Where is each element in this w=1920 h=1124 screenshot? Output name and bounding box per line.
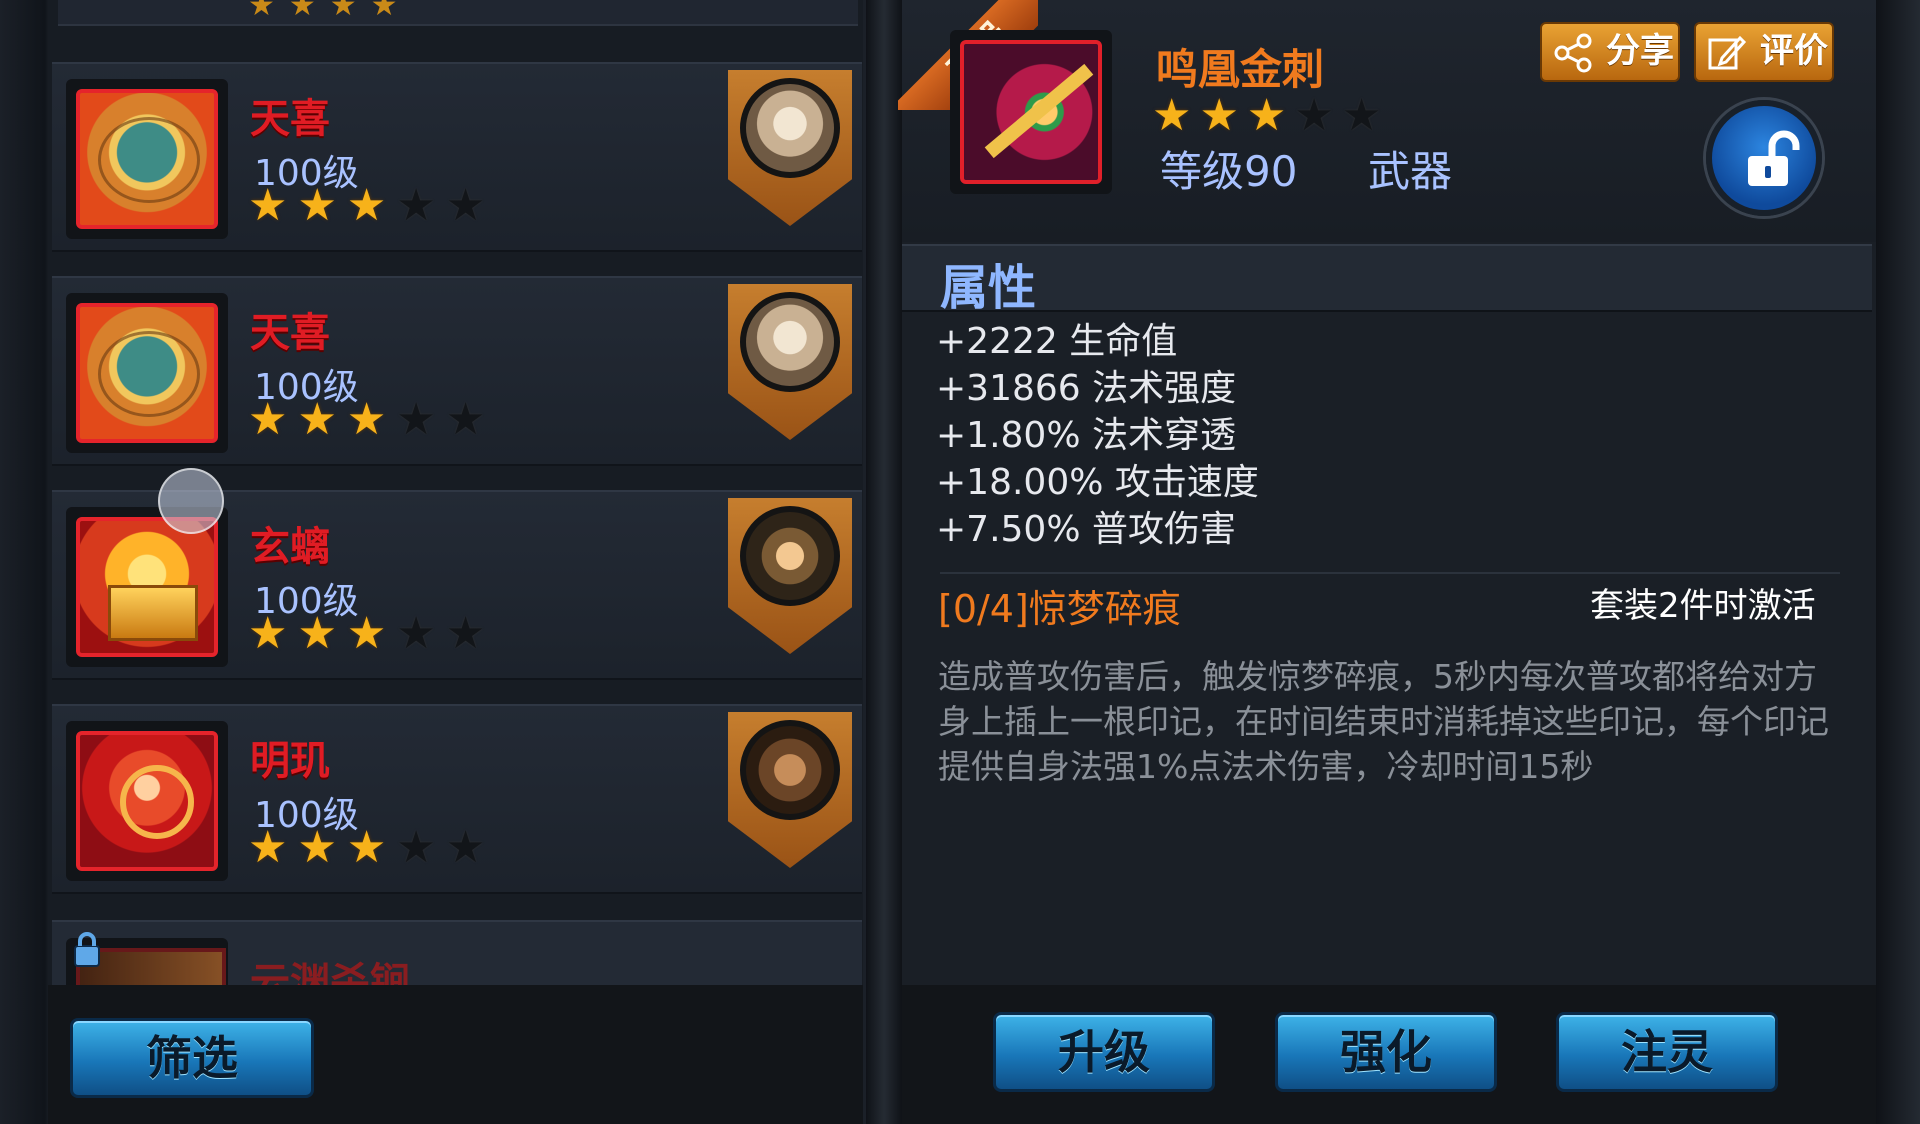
set-bonus-description: 造成普攻伤害后，触发惊梦碎痕，5秒内每次普攻都将给对方身上插上一根印记，在时间结… [938,657,1829,786]
umbrella-icon [76,303,218,443]
star-rating: ★ ★ ★ ★ ★ [248,398,485,442]
stat-line: +31866 法术强度 [936,368,1237,409]
star-filled-icon: ★ [346,394,387,445]
star-empty-icon: ★ [396,822,436,873]
lock-icon [74,932,100,967]
warrior-portrait-icon [740,506,840,606]
star-empty-icon: ★ [1294,90,1334,141]
item-name: 天喜 [250,310,330,356]
upgrade-button[interactable]: 升级 [993,1012,1215,1092]
stat-line: +7.50% 普攻伤害 [936,509,1236,550]
bearded-hero-portrait-icon [740,720,840,820]
detail-item-name: 鸣凰金刺 [1156,45,1325,94]
list-item[interactable]: 天喜 100级 ★ ★ ★ ★ ★ [52,62,862,252]
star-empty-icon: ★ [1341,90,1382,141]
item-icon-frame [66,721,228,881]
share-button[interactable]: 分享 [1540,22,1680,82]
stat-line: +2222 生命值 [936,321,1178,362]
enhance-button[interactable]: 强化 [1275,1012,1497,1092]
star-rating: ★ ★ ★ ★ ★ [248,184,485,228]
star-filled-icon: ★ [346,608,387,659]
phoenix-weapon-icon [960,40,1102,184]
filter-button[interactable]: 筛选 [70,1018,314,1098]
item-name: 玄螭 [250,524,330,570]
hero-badge [728,284,852,440]
stat-list: +2222 生命值 +31866 法术强度 +1.80% 法术穿透 +18.00… [936,318,1259,553]
star-empty-icon: ★ [445,180,486,231]
edit-icon [1708,35,1747,70]
unlock-icon [1748,130,1800,186]
share-label: 分享 [1606,31,1674,71]
star-empty-icon: ★ [445,394,486,445]
star-rating: ★ ★ ★ ★ ★ [248,612,485,656]
orb-icon [76,731,218,871]
hero-badge [728,712,852,868]
set-bonus-name: [0/4]惊梦碎痕 [938,587,1181,631]
infuse-button[interactable]: 注灵 [1556,1012,1778,1092]
list-item-partial[interactable]: ★★★★ [58,0,858,26]
white-beast-portrait-icon [740,78,840,178]
hero-badge [728,70,852,226]
set-activation-text: 套装2件时激活 [1590,586,1816,626]
star-filled-icon: ★ [248,608,288,659]
item-icon-frame [66,293,228,453]
right-frame-edge [1876,0,1920,1124]
item-name: 天喜 [250,96,330,142]
star-filled-icon: ★ [248,394,288,445]
star-filled-icon: ★ [297,608,337,659]
list-item[interactable]: 明玑 100级 ★ ★ ★ ★ ★ [52,704,862,894]
detail-item-frame [950,30,1112,194]
star-filled-icon: ★ [346,822,387,873]
review-button[interactable]: 评价 [1694,22,1834,82]
review-label: 评价 [1760,31,1828,71]
star-empty-icon: ★ [445,822,486,873]
white-beast-portrait-icon [740,292,840,392]
detail-item-level: 等级90 [1160,147,1298,196]
star-filled-icon: ★ [248,822,288,873]
stat-line: +18.00% 攻击速度 [936,462,1259,503]
star-filled-icon: ★ [346,180,387,231]
star-filled-icon: ★ [1246,90,1287,141]
list-item[interactable]: 天喜 100级 ★ ★ ★ ★ ★ [52,276,862,466]
star-filled-icon: ★ [248,180,288,231]
touch-indicator [158,468,224,534]
star-empty-icon: ★ [445,608,486,659]
star-empty-icon: ★ [396,608,436,659]
star-rating: ★ ★ ★ ★ ★ [248,826,485,870]
attributes-section-bar [902,244,1872,312]
panel-divider [866,0,902,1124]
stat-line: +1.80% 法术穿透 [936,415,1236,456]
detail-item-type: 武器 [1368,147,1453,196]
set-divider [940,572,1840,574]
star-empty-icon: ★ [396,394,436,445]
hero-badge [728,498,852,654]
partial-star-rating: ★★★★ [248,0,412,23]
item-name: 明玑 [250,738,330,784]
star-filled-icon: ★ [297,394,337,445]
share-icon [1554,33,1592,73]
star-filled-icon: ★ [297,180,337,231]
star-filled-icon: ★ [1199,90,1239,141]
attributes-title: 属性 [940,260,1037,316]
dragon-seal-icon [76,517,218,657]
item-icon-frame [66,79,228,239]
star-filled-icon: ★ [1152,90,1192,141]
umbrella-icon [76,89,218,229]
lock-toggle-button[interactable] [1706,100,1822,216]
star-filled-icon: ★ [297,822,337,873]
star-empty-icon: ★ [396,180,436,231]
detail-star-rating: ★ ★ ★ ★ ★ [1152,94,1381,138]
